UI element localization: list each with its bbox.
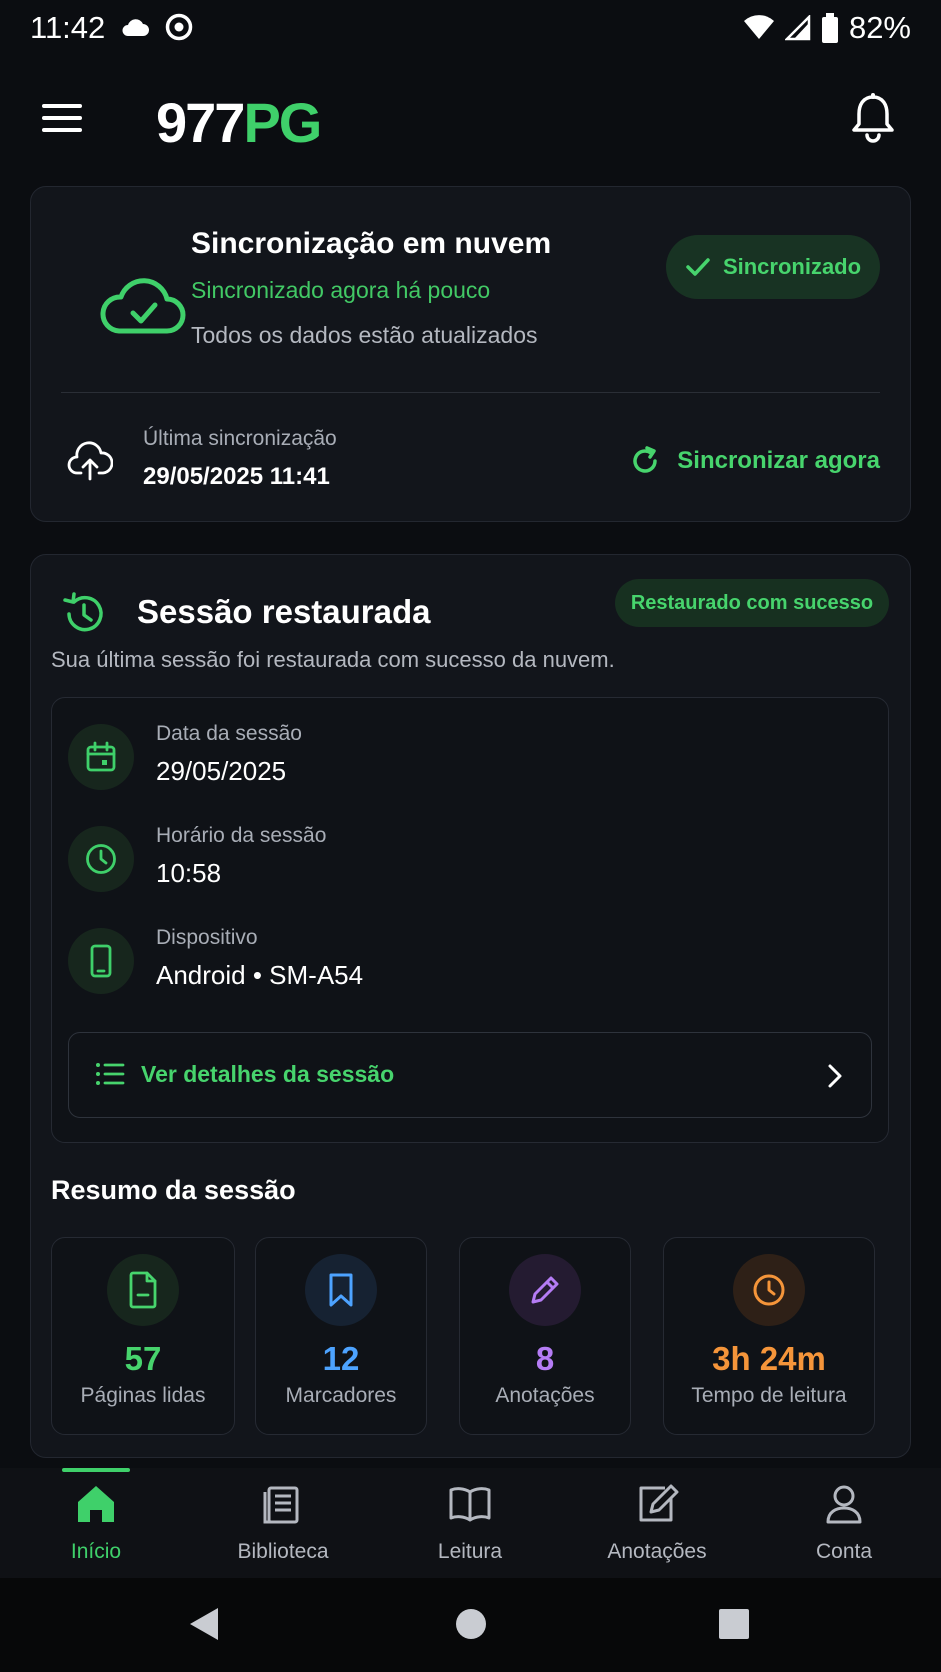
home-circle-icon xyxy=(456,1609,486,1639)
clock-icon xyxy=(733,1254,805,1326)
restored-badge: Restaurado com sucesso xyxy=(615,579,889,627)
home-icon xyxy=(78,1486,114,1522)
stat-bookmarks-value: 12 xyxy=(322,1340,360,1377)
notifications-button[interactable] xyxy=(851,92,895,144)
check-icon xyxy=(686,258,710,276)
app-logo: 977PG xyxy=(156,90,322,155)
nav-item-library-label: Biblioteca xyxy=(237,1540,329,1563)
stat-reading-time-label: Tempo de leitura xyxy=(691,1384,847,1407)
stat-pages-read-value: 57 xyxy=(124,1340,162,1377)
restored-badge-label: Restaurado com sucesso xyxy=(630,591,874,614)
last-sync-label: Última sincronização xyxy=(143,427,337,450)
system-navigation-bar xyxy=(0,1578,941,1672)
synced-badge: Sincronizado xyxy=(666,235,880,299)
status-time: 11:42 xyxy=(30,10,106,45)
session-device-row: Dispositivo Android • SM-A54 xyxy=(68,926,848,996)
nav-item-account-label: Conta xyxy=(815,1540,873,1563)
nav-item-home[interactable]: Início xyxy=(21,1482,171,1572)
menu-button[interactable] xyxy=(40,98,84,138)
nav-item-home-label: Início xyxy=(70,1540,122,1563)
sync-description: Todos os dados estão atualizados xyxy=(191,322,538,348)
bookmark-icon xyxy=(305,1254,377,1326)
session-time-row: Horário da sessão 10:58 xyxy=(68,824,848,894)
session-date-row: Data da sessão 29/05/2025 xyxy=(68,722,848,792)
nav-item-reading[interactable]: Leitura xyxy=(395,1482,545,1572)
sync-status-text: Sincronizado agora há pouco xyxy=(191,277,491,303)
user-icon xyxy=(826,1485,862,1524)
edit-icon xyxy=(639,1484,679,1522)
app-bar: 977PG xyxy=(0,70,941,166)
target-icon xyxy=(164,12,194,42)
library-icon xyxy=(263,1486,299,1524)
session-date-label: Data da sessão xyxy=(156,722,302,745)
stat-annotations: 8 Anotações xyxy=(459,1237,631,1435)
synced-badge-label: Sincronizado xyxy=(722,254,862,279)
session-device-value: Android • SM-A54 xyxy=(156,960,364,990)
document-icon xyxy=(107,1254,179,1326)
back-triangle-icon xyxy=(190,1608,218,1640)
view-session-details-button[interactable]: Ver detalhes da sessão xyxy=(68,1032,872,1118)
cloud-sync-card: Sincronização em nuvem Sincronizado agor… xyxy=(30,186,911,522)
refresh-icon xyxy=(633,446,658,473)
session-time-value: 10:58 xyxy=(156,858,222,888)
stat-annotations-label: Anotações xyxy=(495,1384,595,1407)
chevron-right-icon xyxy=(828,1064,842,1088)
view-session-details-label: Ver detalhes da sessão xyxy=(141,1061,395,1087)
sync-title: Sincronização em nuvem xyxy=(191,227,552,260)
stat-pages-read: 57 Páginas lidas xyxy=(51,1237,235,1435)
session-description: Sua última sessão foi restaurada com suc… xyxy=(51,647,615,672)
sync-now-button[interactable]: Sincronizar agora xyxy=(629,441,880,481)
active-tab-indicator xyxy=(62,1468,130,1472)
nav-item-account[interactable]: Conta xyxy=(769,1482,919,1572)
stat-reading-time: 3h 24m Tempo de leitura xyxy=(663,1237,875,1435)
session-restored-card: Sessão restaurada Restaurado com sucesso… xyxy=(30,554,911,1458)
bell-icon xyxy=(852,93,894,143)
nav-item-library[interactable]: Biblioteca xyxy=(208,1482,358,1572)
session-device-label: Dispositivo xyxy=(156,926,258,949)
battery-icon xyxy=(821,13,839,43)
cloud-upload-icon xyxy=(67,439,113,481)
calendar-icon xyxy=(68,724,134,790)
logo-text-green: PG xyxy=(243,91,322,154)
cloud-check-icon xyxy=(95,257,191,353)
logo-text-white: 977 xyxy=(156,91,245,154)
last-sync-value: 29/05/2025 11:41 xyxy=(143,463,330,490)
list-icon xyxy=(96,1063,125,1085)
session-info-panel: Data da sessão 29/05/2025 Horário da ses… xyxy=(51,697,889,1143)
sync-now-label: Sincronizar agora xyxy=(677,447,880,474)
system-recents-button[interactable] xyxy=(718,1606,750,1642)
clock-icon xyxy=(68,826,134,892)
status-left-icons xyxy=(120,12,194,42)
signal-icon xyxy=(784,15,811,41)
system-back-button[interactable] xyxy=(188,1606,220,1642)
wifi-icon xyxy=(743,15,775,41)
stat-reading-time-value: 3h 24m xyxy=(712,1340,826,1377)
history-icon xyxy=(61,591,107,637)
bottom-navigation: Início Biblioteca Leitura Anotações Cont… xyxy=(0,1468,941,1578)
stat-annotations-value: 8 xyxy=(535,1340,555,1377)
pencil-icon xyxy=(509,1254,581,1326)
nav-item-annotations-label: Anotações xyxy=(607,1540,707,1563)
stat-bookmarks: 12 Marcadores xyxy=(255,1237,427,1435)
session-title: Sessão restaurada xyxy=(137,593,431,630)
nav-item-reading-label: Leitura xyxy=(437,1540,503,1563)
status-bar: 11:42 82% xyxy=(0,0,941,56)
divider xyxy=(61,392,880,393)
session-time-label: Horário da sessão xyxy=(156,824,327,847)
status-right-icons: 82% xyxy=(743,10,911,46)
system-home-button[interactable] xyxy=(455,1606,487,1642)
hamburger-icon xyxy=(42,104,82,132)
nav-item-annotations[interactable]: Anotações xyxy=(582,1482,732,1572)
battery-percentage: 82% xyxy=(848,10,911,45)
stat-pages-read-label: Páginas lidas xyxy=(80,1384,206,1407)
book-icon xyxy=(449,1487,491,1522)
session-summary-title: Resumo da sessão xyxy=(51,1175,296,1205)
stat-bookmarks-label: Marcadores xyxy=(285,1384,397,1407)
recents-square-icon xyxy=(719,1609,749,1639)
cloud-icon xyxy=(120,16,150,38)
session-date-value: 29/05/2025 xyxy=(156,756,287,786)
phone-icon xyxy=(68,928,134,994)
